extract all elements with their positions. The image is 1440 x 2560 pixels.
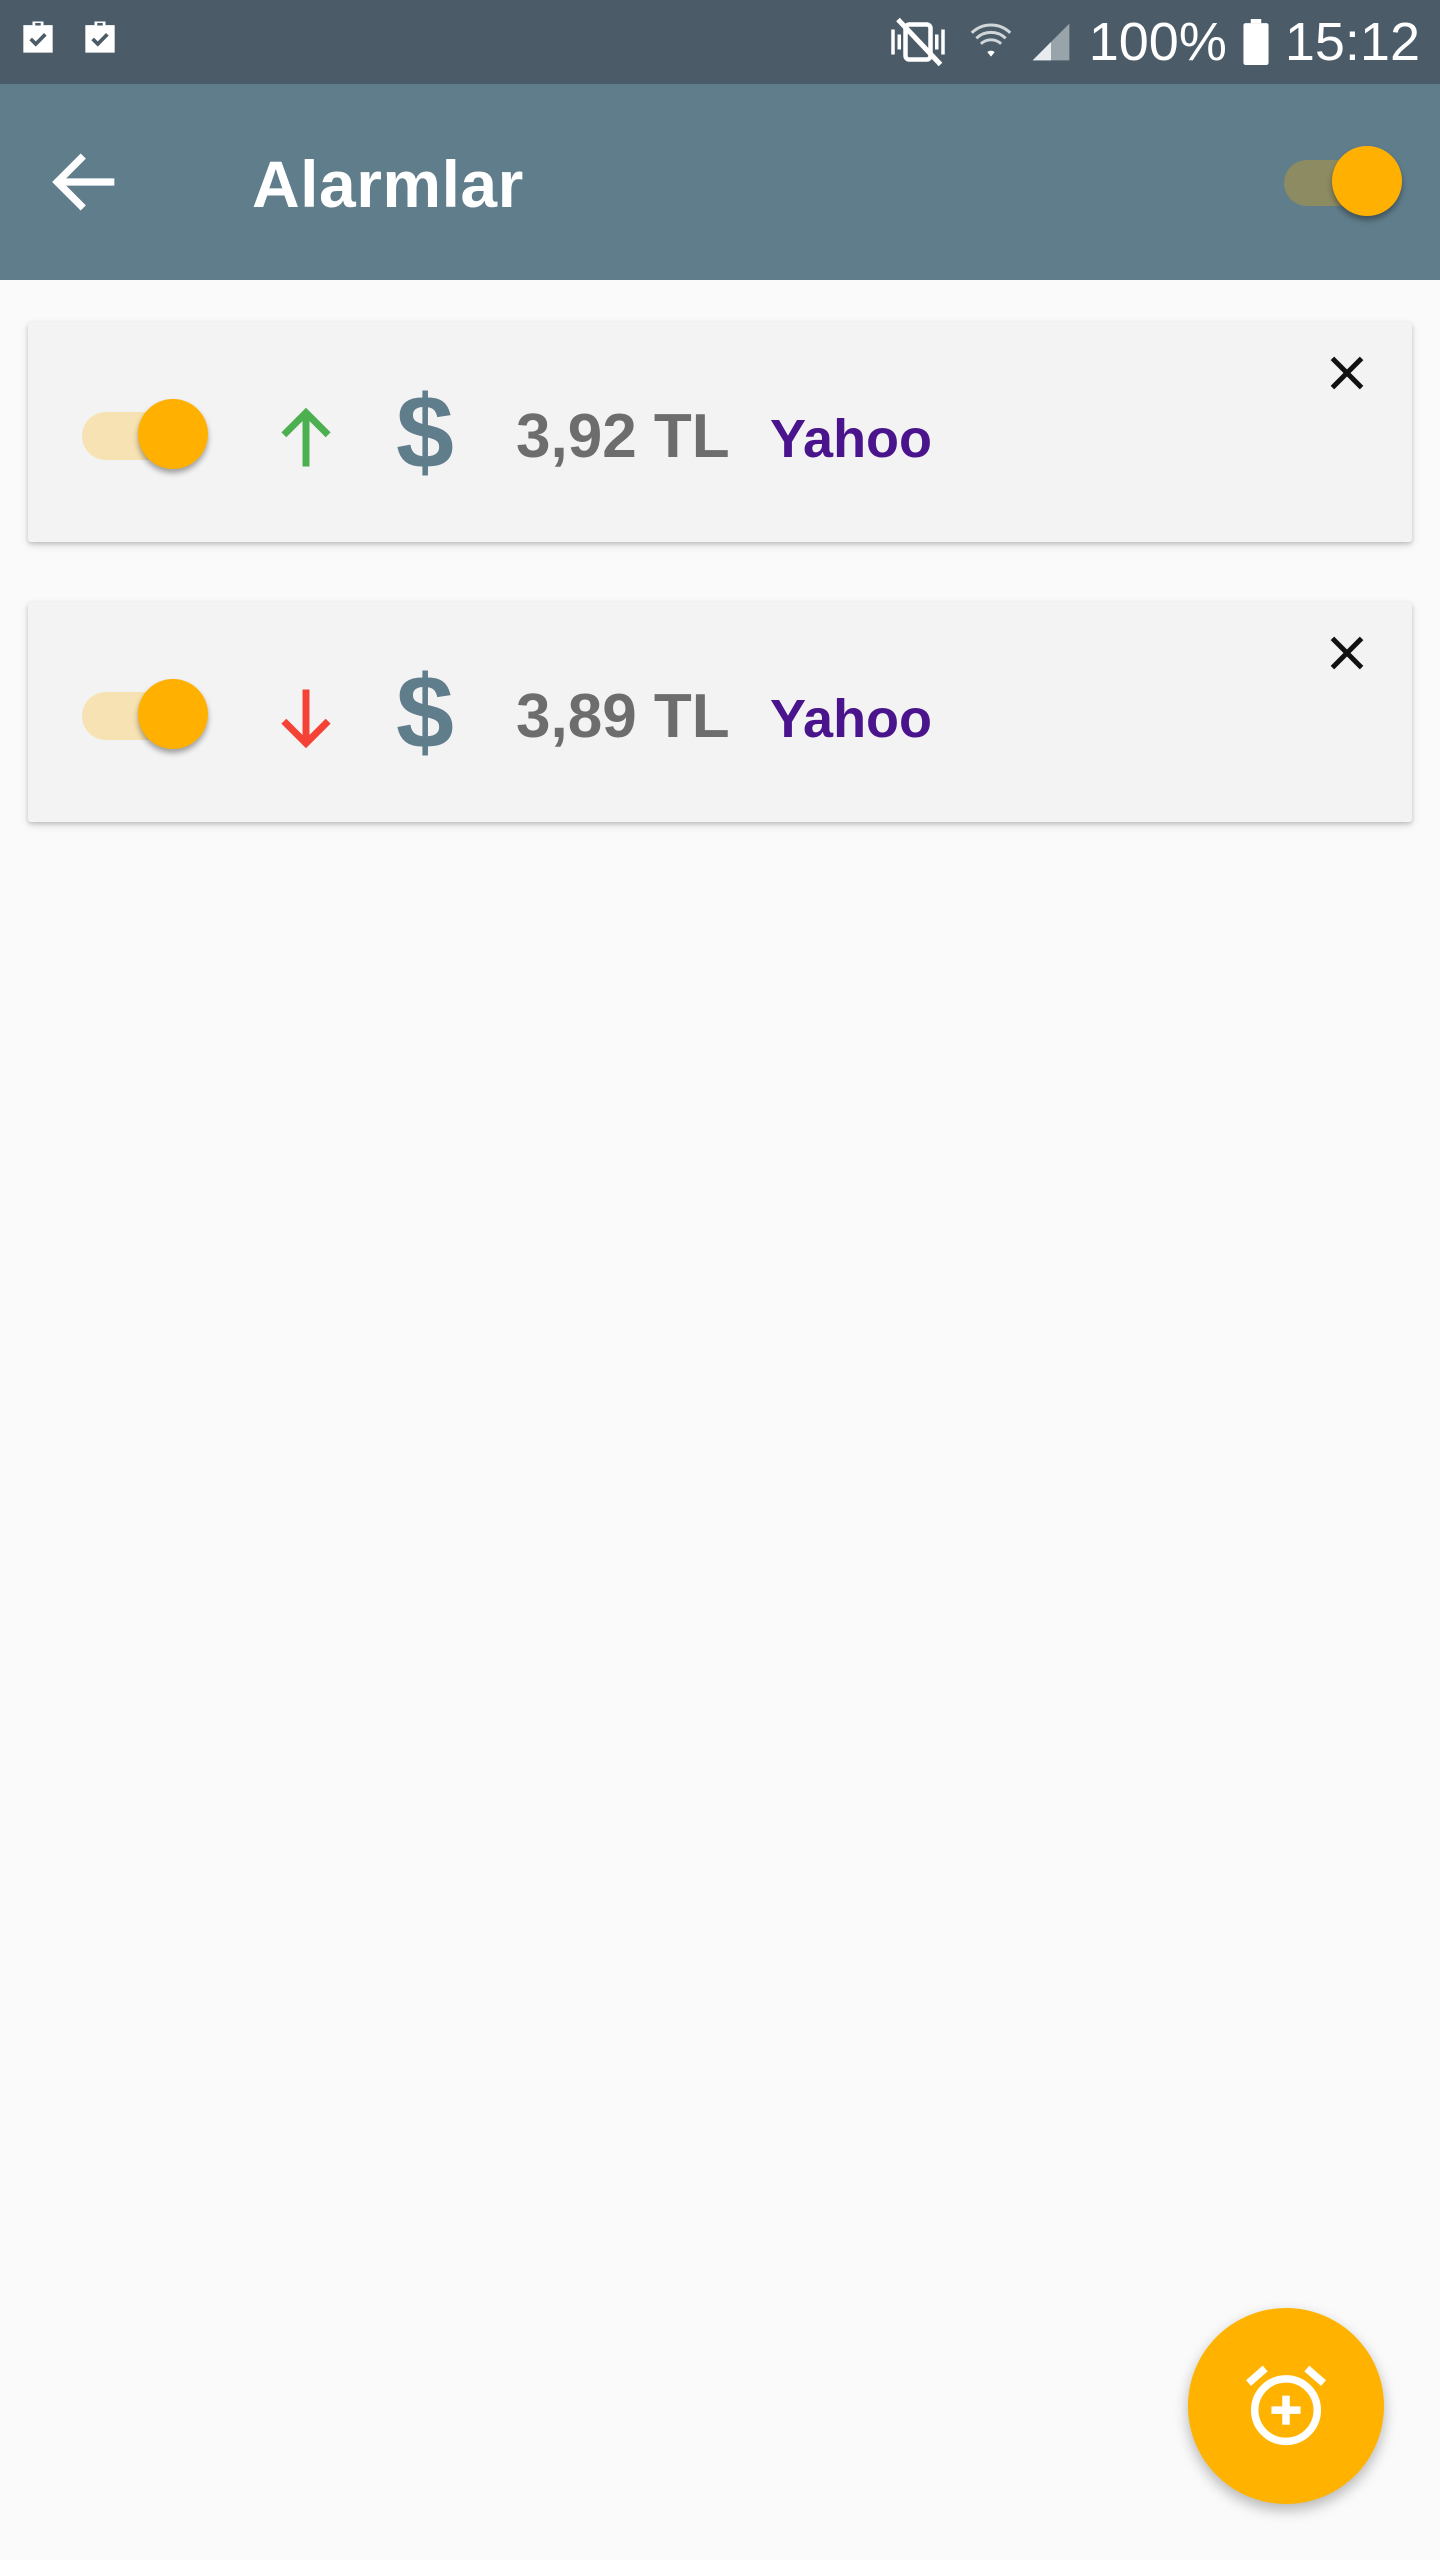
alarm-source: Yahoo: [770, 689, 933, 749]
wifi-icon: [970, 23, 1012, 57]
add-alarm-button[interactable]: [1188, 2308, 1384, 2504]
dollar-icon: $: [396, 655, 454, 771]
page-title: Alarmlar: [252, 147, 524, 221]
toggle-thumb: [138, 399, 208, 469]
briefcase-check-icon: [85, 21, 115, 53]
alarm-toggle[interactable]: [80, 394, 220, 474]
battery-icon: [1243, 19, 1269, 65]
master-alarm-toggle[interactable]: [1280, 146, 1404, 218]
close-icon[interactable]: [1322, 628, 1372, 678]
briefcase-check-icon: [23, 21, 53, 53]
arrow-up-icon: [281, 407, 331, 467]
alarm-price: 3,89 TL: [516, 682, 730, 751]
alarm-source: Yahoo: [770, 409, 933, 469]
add-alarm-icon: [1246, 2365, 1326, 2446]
arrow-back-icon[interactable]: [44, 142, 124, 222]
clock: 15:12: [1284, 12, 1420, 72]
status-bar: 100% 15:12: [0, 0, 1440, 84]
battery-percentage: 100%: [1088, 12, 1227, 72]
alarm-card: $ 3,92 TL Yahoo: [28, 322, 1412, 542]
system-status: 100% 15:12: [883, 0, 1420, 84]
notification-icons: [16, 16, 122, 60]
arrow-down-icon: [281, 689, 331, 749]
app-bar: Alarmlar: [0, 84, 1440, 280]
signal-icon: [1032, 23, 1070, 61]
dollar-icon: $: [396, 375, 454, 491]
alarm-card: $ 3,89 TL Yahoo: [28, 602, 1412, 822]
vibrate-mute-icon: [890, 17, 945, 67]
close-icon[interactable]: [1322, 348, 1372, 398]
alarm-price: 3,92 TL: [516, 402, 730, 471]
toggle-thumb: [138, 679, 208, 749]
alarm-toggle[interactable]: [80, 674, 220, 754]
toggle-thumb: [1332, 146, 1402, 216]
